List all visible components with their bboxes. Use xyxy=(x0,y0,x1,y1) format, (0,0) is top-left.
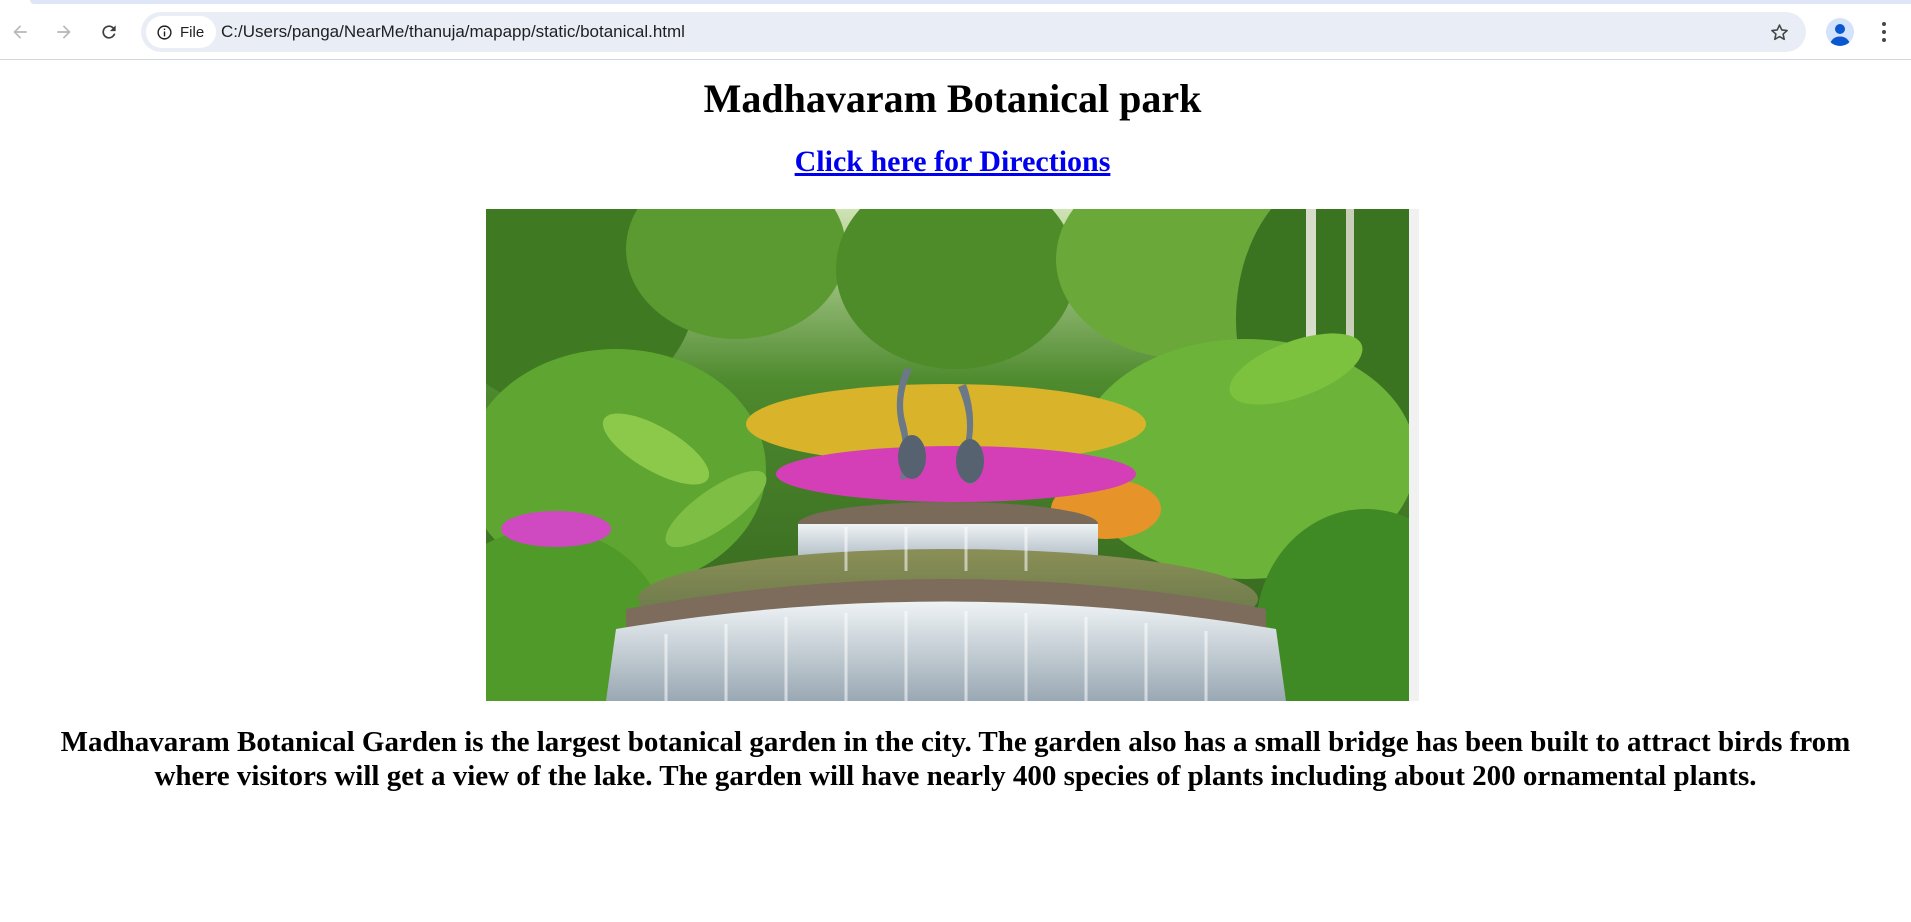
site-info-chip[interactable]: File xyxy=(146,16,217,48)
reload-icon xyxy=(102,25,116,39)
arrow-left-icon xyxy=(13,25,27,39)
person-icon xyxy=(1830,24,1850,46)
bookmark-button[interactable] xyxy=(1768,21,1790,43)
back-button[interactable] xyxy=(2,14,38,50)
park-description: Madhavaram Botanical Garden is the large… xyxy=(60,726,1851,792)
browser-menu-button[interactable] xyxy=(1874,16,1894,48)
directions-link[interactable]: Click here for Directions xyxy=(795,145,1111,178)
forward-button[interactable] xyxy=(46,14,82,50)
address-bar[interactable]: File C:/Users/panga/NearMe/thanuja/mapap… xyxy=(141,12,1806,52)
url-text[interactable]: C:/Users/panga/NearMe/thanuja/mapapp/sta… xyxy=(221,12,685,52)
kebab-menu-icon xyxy=(1882,30,1886,34)
profile-button[interactable] xyxy=(1826,18,1854,46)
site-info-label: File xyxy=(180,23,205,41)
arrow-right-icon xyxy=(57,25,71,39)
kebab-menu-icon xyxy=(1882,38,1886,42)
info-icon xyxy=(157,24,172,40)
garden-fountain-illustration xyxy=(486,209,1409,701)
directions-link-container: Click here for Directions xyxy=(0,145,1905,179)
page-content: Madhavaram Botanical park Click here for… xyxy=(0,61,1911,922)
garden-fountain-photo xyxy=(486,209,1409,701)
page-title: Madhavaram Botanical park xyxy=(703,76,1202,121)
reload-button[interactable] xyxy=(91,14,127,50)
browser-toolbar: File C:/Users/panga/NearMe/thanuja/mapap… xyxy=(0,4,1911,60)
photo-border xyxy=(1409,209,1419,701)
star-icon xyxy=(1770,23,1788,40)
kebab-menu-icon xyxy=(1882,22,1886,26)
